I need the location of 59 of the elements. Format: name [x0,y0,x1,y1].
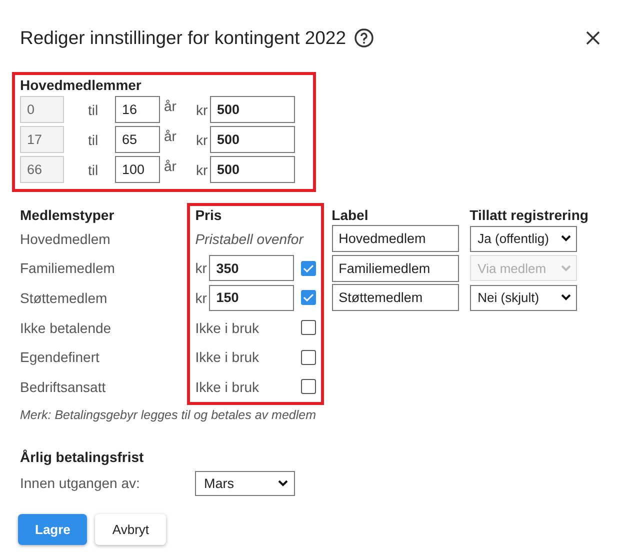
deadline-label: Innen utgangen av: [20,475,141,492]
label-field[interactable]: Hovedmedlem [332,225,459,252]
chevron-icon [278,480,288,487]
member-type-name: Familiemedlem [20,260,115,276]
price-field[interactable]: 150 [209,284,294,311]
currency-label: kr [196,132,209,148]
chevron-icon [560,294,571,302]
cancel-button[interactable]: Avbryt [95,514,166,545]
age-to-field[interactable]: 100 [115,156,160,183]
member-type-name: Egendefinert [20,349,100,366]
unit-label: år [163,128,178,144]
column-header: Pris [195,207,222,223]
help-icon[interactable] [354,28,374,48]
section-heading: Årlig betalingsfrist [20,448,145,465]
registration-select[interactable]: Nei (skjult) [470,284,577,311]
price-field[interactable]: 350 [209,255,294,282]
age-to-field[interactable]: 16 [115,96,160,123]
currency-label: kr [196,102,209,118]
checkbox[interactable] [300,320,316,336]
til-label: til [87,102,100,118]
price-field[interactable]: 500 [210,126,295,153]
checkbox[interactable] [300,260,316,276]
member-type-name: Bedriftsansatt [20,378,106,395]
checkbox[interactable] [300,379,316,394]
age-from-field: 66 [20,156,64,183]
status-text: Ikke i bruk [195,349,260,366]
dialog-title: Rediger innstillinger for kontingent 2022 [20,27,346,49]
price-note: Pristabell ovenfor [195,230,304,247]
registration-select[interactable]: Ja (offentlig) [470,226,577,252]
age-from-field: 0 [20,96,64,123]
label-field[interactable]: Familiemedlem [332,254,459,282]
checkbox[interactable] [300,290,316,306]
price-field[interactable]: 500 [210,156,295,183]
chevron-icon [560,264,571,272]
note-text: Merk: Betalingsgebyr legges til og betales av medlem [20,408,317,422]
currency-label: kr [195,260,208,276]
close-button[interactable] [585,30,601,46]
status-text: Ikke i bruk [195,320,260,336]
price-field[interactable]: 500 [210,96,295,123]
unit-label: år [163,158,178,174]
label-field[interactable]: Støttemedlem [332,284,459,312]
column-header: Tillatt registrering [470,206,590,224]
checkbox[interactable] [300,350,316,365]
section-heading: Hovedmedlemmer [20,77,142,93]
month-select[interactable]: Mars [195,470,295,496]
age-to-field[interactable]: 65 [115,126,160,153]
member-type-name: Hovedmedlem [20,230,110,247]
chevron-icon [560,235,571,242]
unit-label: år [163,98,178,114]
til-label: til [87,162,100,178]
til-label: til [87,132,100,148]
currency-label: kr [196,162,209,178]
member-type-name: Ikke betalende [20,320,112,336]
column-header: Label [332,206,370,224]
column-header: Medlemstyper [20,206,116,224]
age-from-field: 17 [20,126,64,153]
currency-label: kr [195,290,208,306]
member-type-name: Støttemedlem [20,290,108,306]
status-text: Ikke i bruk [195,378,260,395]
